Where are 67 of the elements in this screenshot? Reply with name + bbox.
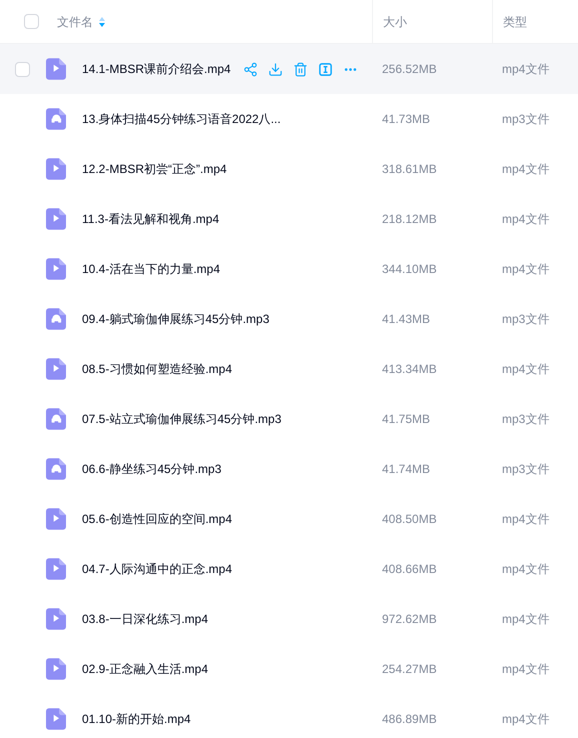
video-file-icon bbox=[46, 658, 66, 680]
file-name[interactable]: 13.身体扫描45分钟练习语音2022八... bbox=[82, 110, 281, 128]
file-name[interactable]: 14.1-MBSR课前介绍会.mp4 bbox=[82, 60, 231, 78]
delete-icon[interactable] bbox=[292, 62, 308, 76]
file-type: mp4文件 bbox=[502, 562, 550, 576]
rename-icon[interactable] bbox=[318, 62, 333, 76]
file-size: 41.73MB bbox=[382, 112, 430, 126]
file-type: mp3文件 bbox=[502, 312, 550, 326]
file-size: 344.10MB bbox=[382, 262, 437, 276]
file-row[interactable]: 14.1-MBSR课前介绍会.mp4 256.52MB mp4文件 bbox=[0, 44, 578, 94]
file-name[interactable]: 12.2-MBSR初尝“正念”.mp4 bbox=[82, 160, 227, 178]
file-size: 218.12MB bbox=[382, 212, 437, 226]
file-type: mp4文件 bbox=[502, 662, 550, 676]
video-file-icon bbox=[46, 608, 66, 630]
video-file-icon bbox=[46, 358, 66, 380]
file-name[interactable]: 05.6-创造性回应的空间.mp4 bbox=[82, 510, 232, 528]
file-type: mp4文件 bbox=[502, 362, 550, 376]
file-name[interactable]: 11.3-看法见解和视角.mp4 bbox=[82, 210, 220, 228]
file-size: 254.27MB bbox=[382, 662, 437, 676]
video-file-icon bbox=[46, 58, 66, 80]
file-name[interactable]: 09.4-躺式瑜伽伸展练习45分钟.mp3 bbox=[82, 310, 270, 328]
file-size: 256.52MB bbox=[382, 62, 437, 76]
file-size: 408.66MB bbox=[382, 562, 437, 576]
checkbox[interactable] bbox=[24, 14, 39, 29]
video-file-icon bbox=[46, 708, 66, 730]
file-size: 413.34MB bbox=[382, 362, 437, 376]
file-name[interactable]: 10.4-活在当下的力量.mp4 bbox=[82, 260, 220, 278]
file-type: mp4文件 bbox=[502, 512, 550, 526]
audio-file-icon bbox=[46, 308, 66, 330]
share-icon[interactable] bbox=[242, 62, 258, 76]
file-size: 41.75MB bbox=[382, 412, 430, 426]
checkbox[interactable] bbox=[15, 62, 30, 76]
file-type: mp4文件 bbox=[502, 62, 550, 76]
video-file-icon bbox=[46, 208, 66, 230]
file-type: mp3文件 bbox=[502, 412, 550, 426]
file-name[interactable]: 08.5-习惯如何塑造经验.mp4 bbox=[82, 360, 232, 378]
audio-file-icon bbox=[46, 408, 66, 430]
file-size: 41.43MB bbox=[382, 312, 430, 326]
column-header[interactable]: 大小 bbox=[383, 12, 407, 30]
file-size: 408.50MB bbox=[382, 512, 437, 526]
video-file-icon bbox=[46, 158, 66, 180]
file-name[interactable]: 07.5-站立式瑜伽伸展练习45分钟.mp3 bbox=[82, 410, 282, 428]
file-size: 972.62MB bbox=[382, 612, 437, 626]
file-name[interactable]: 02.9-正念融入生活.mp4 bbox=[82, 660, 208, 678]
file-name[interactable]: 03.8-一日深化练习.mp4 bbox=[82, 610, 208, 628]
sort-icon[interactable] bbox=[99, 16, 105, 26]
file-size: 486.89MB bbox=[382, 712, 437, 726]
file-name[interactable]: 06.6-静坐练习45分钟.mp3 bbox=[82, 460, 222, 478]
file-size: 41.74MB bbox=[382, 462, 430, 476]
audio-file-icon bbox=[46, 458, 66, 480]
file-type: mp3文件 bbox=[502, 462, 550, 476]
file-name[interactable]: 04.7-人际沟通中的正念.mp4 bbox=[82, 560, 232, 578]
video-file-icon bbox=[46, 508, 66, 530]
file-type: mp4文件 bbox=[502, 162, 550, 176]
audio-file-icon bbox=[46, 108, 66, 130]
download-icon[interactable] bbox=[268, 62, 283, 76]
video-file-icon bbox=[46, 258, 66, 280]
file-type: mp4文件 bbox=[502, 212, 550, 226]
file-type: mp4文件 bbox=[502, 262, 550, 276]
column-header[interactable]: 类型 bbox=[503, 12, 527, 30]
file-type: mp3文件 bbox=[502, 112, 550, 126]
column-header[interactable]: 文件名 bbox=[57, 12, 93, 30]
file-size: 318.61MB bbox=[382, 162, 437, 176]
file-name[interactable]: 01.10-新的开始.mp4 bbox=[82, 710, 191, 728]
video-file-icon bbox=[46, 558, 66, 580]
file-type: mp4文件 bbox=[502, 712, 550, 726]
file-type: mp4文件 bbox=[502, 612, 550, 626]
